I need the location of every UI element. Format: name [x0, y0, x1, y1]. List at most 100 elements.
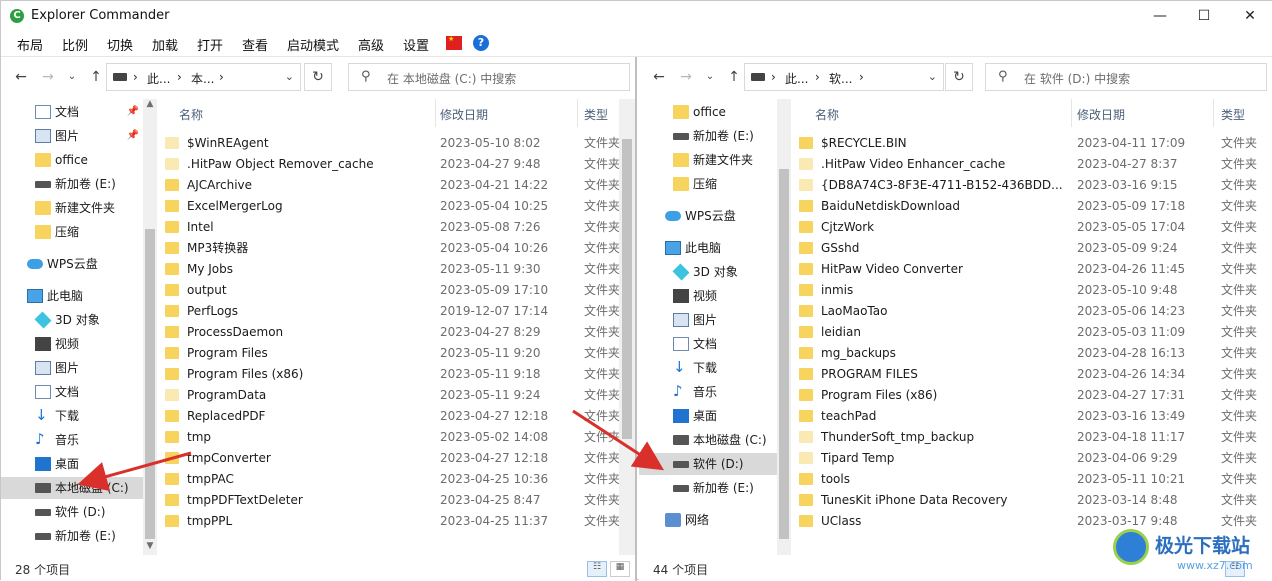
- file-row[interactable]: teachPad 2023-03-16 13:49 文件夹: [793, 406, 1272, 427]
- tree-item[interactable]: 3D 对象: [639, 261, 777, 283]
- address-dropdown-icon[interactable]: ⌄: [928, 70, 937, 83]
- file-row[interactable]: GSshd 2023-05-09 9:24 文件夹: [793, 238, 1272, 259]
- tree-item[interactable]: 网络: [639, 509, 777, 531]
- file-row[interactable]: $WinREAgent 2023-05-10 8:02 文件夹: [159, 133, 619, 154]
- recent-chevron-icon[interactable]: ⌄: [61, 67, 83, 87]
- menu-settings[interactable]: 设置: [403, 35, 429, 54]
- file-row[interactable]: ReplacedPDF 2023-04-27 12:18 文件夹: [159, 406, 619, 427]
- help-icon[interactable]: ?: [473, 35, 489, 51]
- tree-scrollbar[interactable]: ▲ ▼: [143, 99, 157, 555]
- tree-item[interactable]: 本地磁盘 (C:): [639, 429, 777, 451]
- tree-item[interactable]: 桌面: [639, 405, 777, 427]
- address-bar[interactable]: › 此... › 软... › ⌄: [744, 63, 944, 91]
- back-arrow-icon[interactable]: ←: [648, 67, 670, 87]
- tree-item[interactable]: 本地磁盘 (C:): [1, 477, 143, 499]
- file-row[interactable]: AJCArchive 2023-04-21 14:22 文件夹: [159, 175, 619, 196]
- menu-startup-mode[interactable]: 启动模式: [287, 35, 339, 54]
- tree-item[interactable]: 此电脑: [639, 237, 777, 259]
- tree-item[interactable]: 压缩: [1, 221, 143, 243]
- column-divider[interactable]: [1071, 99, 1072, 127]
- column-type[interactable]: 类型: [1221, 106, 1245, 123]
- scroll-thumb[interactable]: [779, 169, 789, 539]
- file-row[interactable]: Program Files 2023-05-11 9:20 文件夹: [159, 343, 619, 364]
- tree-item[interactable]: 软件 (D:): [1, 501, 143, 523]
- tree-item[interactable]: ↓ 下载: [1, 405, 143, 427]
- close-button[interactable]: ✕: [1227, 1, 1272, 31]
- menu-advanced[interactable]: 高级: [358, 35, 384, 54]
- up-arrow-icon[interactable]: ↑: [723, 67, 745, 87]
- tree-item[interactable]: 桌面: [1, 453, 143, 475]
- column-date[interactable]: 修改日期: [440, 106, 488, 123]
- recent-chevron-icon[interactable]: ⌄: [699, 67, 721, 87]
- file-row[interactable]: tools 2023-05-11 10:21 文件夹: [793, 469, 1272, 490]
- menu-open[interactable]: 打开: [197, 35, 223, 54]
- file-row[interactable]: ProcessDaemon 2023-04-27 8:29 文件夹: [159, 322, 619, 343]
- tree-item[interactable]: WPS云盘: [639, 205, 777, 227]
- tree-item[interactable]: 文档: [639, 333, 777, 355]
- column-date[interactable]: 修改日期: [1077, 106, 1125, 123]
- minimize-button[interactable]: —: [1137, 1, 1183, 31]
- file-row[interactable]: ProgramData 2023-05-11 9:24 文件夹: [159, 385, 619, 406]
- tree-scrollbar[interactable]: [777, 99, 791, 555]
- file-row[interactable]: .HitPaw Video Enhancer_cache 2023-04-27 8…: [793, 154, 1272, 175]
- breadcrumb-drive[interactable]: 本...: [191, 70, 214, 87]
- file-row[interactable]: tmpConverter 2023-04-27 12:18 文件夹: [159, 448, 619, 469]
- tree-item[interactable]: WPS云盘: [1, 253, 143, 275]
- column-name[interactable]: 名称: [815, 106, 839, 123]
- tree-item[interactable]: office: [639, 101, 777, 123]
- column-divider[interactable]: [435, 99, 436, 127]
- file-row[interactable]: {DB8A74C3-8F3E-4711-B152-436BDD... 2023-0…: [793, 175, 1272, 196]
- file-row[interactable]: output 2023-05-09 17:10 文件夹: [159, 280, 619, 301]
- tree-item[interactable]: 文档 📌: [1, 101, 143, 123]
- tree-item[interactable]: 视频: [639, 285, 777, 307]
- forward-arrow-icon[interactable]: →: [675, 67, 697, 87]
- tree-item[interactable]: 新加卷 (E:): [639, 125, 777, 147]
- maximize-button[interactable]: ☐: [1181, 1, 1227, 31]
- file-row[interactable]: HitPaw Video Converter 2023-04-26 11:45 文件…: [793, 259, 1272, 280]
- tree-item[interactable]: 图片: [1, 357, 143, 379]
- file-row[interactable]: BaiduNetdiskDownload 2023-05-09 17:18 文件夹: [793, 196, 1272, 217]
- details-view-icon[interactable]: ☷: [587, 561, 607, 577]
- search-input[interactable]: ⚲ 在 本地磁盘 (C:) 中搜索: [348, 63, 630, 91]
- file-row[interactable]: My Jobs 2023-05-11 9:30 文件夹: [159, 259, 619, 280]
- file-row[interactable]: Intel 2023-05-08 7:26 文件夹: [159, 217, 619, 238]
- address-dropdown-icon[interactable]: ⌄: [285, 70, 294, 83]
- large-icons-view-icon[interactable]: ▦: [610, 561, 630, 577]
- tree-item[interactable]: 文档: [1, 381, 143, 403]
- file-row[interactable]: ExcelMergerLog 2023-05-04 10:25 文件夹: [159, 196, 619, 217]
- tree-item[interactable]: 图片: [639, 309, 777, 331]
- file-row[interactable]: Program Files (x86) 2023-04-27 17:31 文件夹: [793, 385, 1272, 406]
- tree-item[interactable]: 视频: [1, 333, 143, 355]
- forward-arrow-icon[interactable]: →: [37, 67, 59, 87]
- scroll-up-icon[interactable]: ▲: [143, 99, 157, 109]
- file-row[interactable]: inmis 2023-05-10 9:48 文件夹: [793, 280, 1272, 301]
- refresh-icon[interactable]: ↻: [304, 63, 332, 91]
- pin-icon[interactable]: 📌: [127, 125, 139, 147]
- file-row[interactable]: ThunderSoft_tmp_backup 2023-04-18 11:17 文件…: [793, 427, 1272, 448]
- file-row[interactable]: tmpPPL 2023-04-25 11:37 文件夹: [159, 511, 619, 532]
- up-arrow-icon[interactable]: ↑: [85, 67, 107, 87]
- file-row[interactable]: tmp 2023-05-02 14:08 文件夹: [159, 427, 619, 448]
- file-row[interactable]: tmpPAC 2023-04-25 10:36 文件夹: [159, 469, 619, 490]
- china-flag-icon[interactable]: ★: [446, 35, 462, 50]
- file-row[interactable]: TunesKit iPhone Data Recovery 2023-03-14 …: [793, 490, 1272, 511]
- tree-item[interactable]: 新建文件夹: [1, 197, 143, 219]
- tree-item[interactable]: ↓ 下载: [639, 357, 777, 379]
- file-row[interactable]: Program Files (x86) 2023-05-11 9:18 文件夹: [159, 364, 619, 385]
- column-divider[interactable]: [1213, 99, 1214, 127]
- menu-view[interactable]: 查看: [242, 35, 268, 54]
- menu-switch[interactable]: 切换: [107, 35, 133, 54]
- menu-load[interactable]: 加载: [152, 35, 178, 54]
- tree-item[interactable]: 图片 📌: [1, 125, 143, 147]
- tree-item[interactable]: 压缩: [639, 173, 777, 195]
- tree-item[interactable]: office: [1, 149, 143, 171]
- file-row[interactable]: CjtzWork 2023-05-05 17:04 文件夹: [793, 217, 1272, 238]
- file-row[interactable]: mg_backups 2023-04-28 16:13 文件夹: [793, 343, 1272, 364]
- column-divider[interactable]: [577, 99, 578, 127]
- tree-item[interactable]: 新建文件夹: [639, 149, 777, 171]
- tree-item[interactable]: 3D 对象: [1, 309, 143, 331]
- scroll-thumb[interactable]: [145, 229, 155, 539]
- file-row[interactable]: Tipard Temp 2023-04-06 9:29 文件夹: [793, 448, 1272, 469]
- menu-layout[interactable]: 布局: [17, 35, 43, 54]
- tree-item[interactable]: ♪ 音乐: [1, 429, 143, 451]
